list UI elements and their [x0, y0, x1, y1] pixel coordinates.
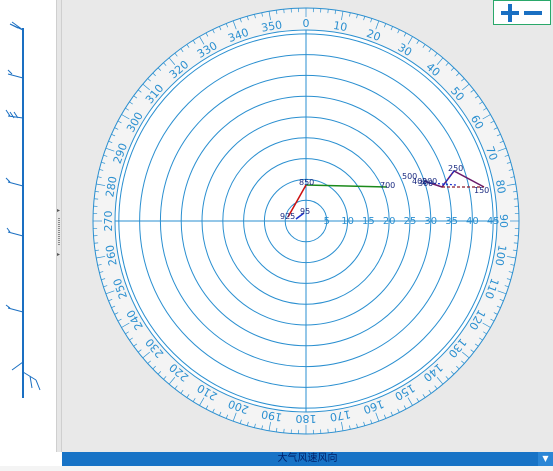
bearing-label: 0 [303, 17, 310, 30]
speed-label: 20 [383, 216, 396, 227]
speed-label: 45 [487, 216, 500, 227]
minus-icon[interactable] [524, 11, 542, 15]
bearing-label: 270 [102, 211, 115, 232]
status-strip [0, 466, 553, 471]
bottom-tab-label[interactable]: 大气风速风向 [62, 452, 553, 466]
speed-label: 40 [466, 216, 479, 227]
bearing-label: 10 [332, 19, 348, 34]
height-label: 700 [380, 181, 395, 190]
chart-area: 0 10 20 30 40 50 60 70 80 90 100 110 120 130 140 150 160… [62, 0, 553, 452]
height-label: 150 [474, 186, 489, 195]
speed-label: 5 [324, 216, 330, 227]
speed-label: 30 [424, 216, 437, 227]
height-label: 95 [300, 207, 310, 216]
wind-rose: 0 102030405060708090100110120130140150160… [92, 7, 520, 435]
left-profile-panel [0, 0, 56, 452]
speed-label: 15 [362, 216, 375, 227]
bearing-label: 180 [296, 412, 317, 425]
height-label: 850 [299, 178, 314, 187]
bottom-tab-bar[interactable]: 大气风速风向 [62, 452, 553, 466]
wind-barb-profile [5, 21, 41, 398]
speed-label: 10 [341, 216, 354, 227]
scroll-down-arrow[interactable]: ▼ [538, 452, 553, 466]
plus-icon[interactable] [501, 4, 519, 22]
bearing-label: 80 [493, 179, 508, 195]
speed-label: 35 [445, 216, 458, 227]
height-label: 925 [280, 212, 295, 221]
zoom-controls [493, 0, 551, 25]
svg-text:▸: ▸ [57, 207, 60, 214]
svg-text:▸: ▸ [57, 251, 60, 258]
height-label: 200 [422, 177, 437, 186]
height-label: 250 [448, 164, 463, 173]
speed-label: 25 [404, 216, 417, 227]
